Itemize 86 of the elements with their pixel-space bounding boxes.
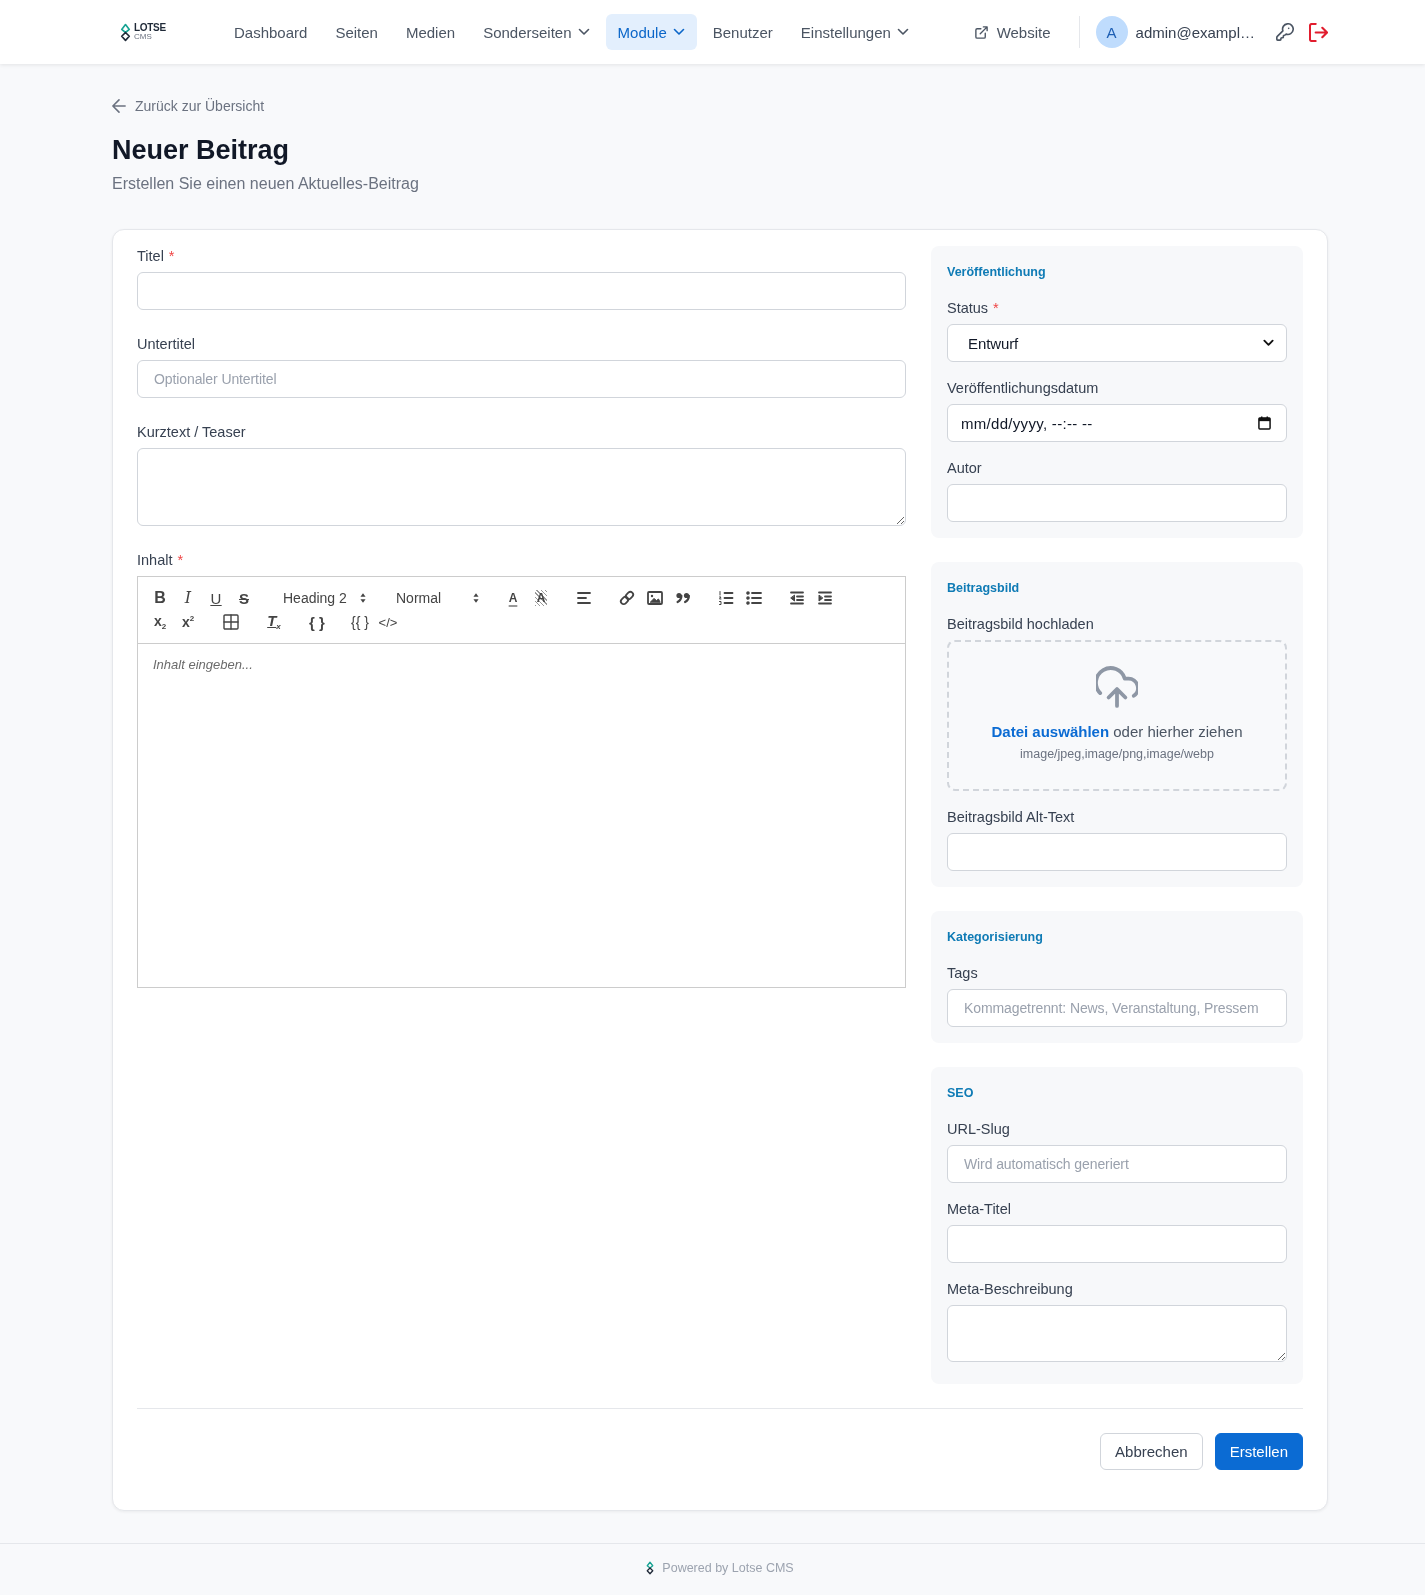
field-label: Untertitel — [137, 336, 196, 352]
key-icon[interactable] — [1276, 23, 1294, 41]
format-picker[interactable]: Heading 2 — [273, 586, 371, 610]
logout-icon[interactable] — [1309, 22, 1328, 42]
field-label: Titel — [137, 248, 164, 264]
text-color-button[interactable]: A — [499, 586, 527, 610]
user-avatar[interactable]: A — [1095, 16, 1128, 48]
image-icon — [646, 589, 664, 607]
chevron-down-icon — [1263, 339, 1274, 347]
field-label: Veröffentlichungsdatum — [947, 380, 1099, 396]
cloud-upload-icon — [1096, 666, 1138, 708]
required-mark: * — [168, 248, 175, 264]
upload-dropzone[interactable]: Datei auswählen oder hierher ziehen image/jpeg,image/png,image/webp — [947, 640, 1287, 791]
nav-item[interactable]: Module — [605, 14, 697, 50]
upload-instruction: Datei auswählen oder hierher ziehen — [991, 722, 1243, 742]
template-button[interactable]: {{ } — [346, 610, 374, 634]
footer-text: Powered by Lotse CMS — [662, 1561, 794, 1575]
website-link[interactable]: Website — [961, 23, 1063, 41]
field-label: Kurztext / Teaser — [137, 424, 246, 440]
table-grid-icon — [222, 613, 240, 631]
nav-item[interactable]: Dashboard — [222, 14, 320, 50]
external-link-icon — [973, 24, 989, 40]
superscript-button[interactable]: x$^{2}$ — [174, 610, 202, 634]
field-label: Beitragsbild hochladen — [947, 616, 1094, 632]
page-title: Neuer Beitrag — [112, 134, 290, 167]
bullet-list-icon — [745, 589, 763, 607]
field-label: Meta-Titel — [947, 1201, 1011, 1217]
create-button[interactable]: Erstellen — [1214, 1433, 1303, 1470]
field-label: Beitragsbild Alt-Text — [947, 809, 1075, 825]
field-label: URL-Slug — [947, 1121, 1010, 1137]
italic-button[interactable]: I — [174, 586, 202, 610]
text-field[interactable] — [137, 272, 906, 310]
numbered-list-icon — [717, 589, 735, 607]
clear-format-button[interactable]: T$_{x}$ — [260, 610, 288, 634]
textarea-field[interactable] — [137, 448, 906, 526]
nav-item[interactable]: Benutzer — [700, 14, 785, 50]
subscript-button[interactable]: x$_{2}$ — [146, 610, 174, 634]
outdent-icon — [788, 589, 806, 607]
up-down-arrows-icon — [359, 592, 367, 604]
field-label: Autor — [947, 460, 982, 476]
panel-title: SEO — [947, 1085, 974, 1102]
calendar-icon[interactable] — [1258, 416, 1271, 430]
format-picker[interactable]: Normal — [386, 586, 484, 610]
align-left-icon — [575, 589, 593, 607]
link-icon — [618, 589, 636, 607]
up-down-arrows-icon — [472, 592, 480, 604]
date-time-field[interactable]: mm/dd/yyyy, --:-- -- — [947, 404, 1287, 442]
arrow-left-icon — [112, 99, 126, 113]
html-button[interactable]: </> — [374, 610, 402, 634]
logo-name: LOTSE — [134, 23, 166, 33]
user-email[interactable]: admin@exampl… — [1135, 23, 1255, 41]
required-mark: * — [177, 552, 184, 568]
text-field[interactable] — [947, 833, 1287, 871]
nav-item[interactable]: Einstellungen — [788, 14, 921, 50]
strikethrough-button[interactable]: S — [230, 586, 258, 610]
nav-item[interactable]: Medien — [393, 14, 468, 50]
required-mark: * — [993, 300, 999, 316]
text-field[interactable]: Kommagetrennt: News, Veranstaltung, Pressem — [947, 989, 1287, 1027]
field-label: Tags — [947, 965, 978, 981]
field-label: Inhalt — [137, 552, 173, 568]
panel-title: Veröffentlichung — [947, 264, 1046, 281]
text-field[interactable] — [947, 1225, 1287, 1263]
editor-content-field[interactable]: Inhalt eingeben... — [138, 644, 905, 987]
field-label: Status — [947, 300, 989, 316]
field-label: Meta-Beschreibung — [947, 1281, 1073, 1297]
cancel-button[interactable]: Abbrechen — [1100, 1433, 1203, 1470]
panel-title: Kategorisierung — [947, 929, 1043, 946]
text-field[interactable]: Wird automatisch generiert — [947, 1145, 1287, 1183]
nav-item[interactable]: Seiten — [323, 14, 390, 50]
bold-button[interactable]: B — [146, 586, 174, 610]
file-type-hint: image/jpeg,image/png,image/webp — [1020, 746, 1214, 763]
back-link[interactable]: Zurück zur Übersicht — [112, 96, 265, 116]
indent-icon — [816, 589, 834, 607]
code-block-button[interactable]: { } — [303, 610, 331, 634]
page-subtitle: Erstellen Sie einen neuen Aktuelles-Beitrag — [112, 174, 419, 194]
select-field[interactable]: Entwurf — [947, 324, 1287, 362]
nav-item[interactable]: Sonderseiten — [471, 14, 602, 50]
logo-icon — [646, 1561, 655, 1575]
panel-title: Beitragsbild — [947, 580, 1020, 597]
logo-subtitle: CMS — [134, 33, 153, 41]
underline-button[interactable]: U — [202, 586, 230, 610]
text-field[interactable]: Optionaler Untertitel — [137, 360, 906, 398]
logo-icon — [120, 22, 131, 42]
choose-file-link[interactable]: Datei auswählen — [991, 723, 1110, 740]
text-field[interactable] — [947, 484, 1287, 522]
textarea-field[interactable] — [947, 1305, 1287, 1362]
